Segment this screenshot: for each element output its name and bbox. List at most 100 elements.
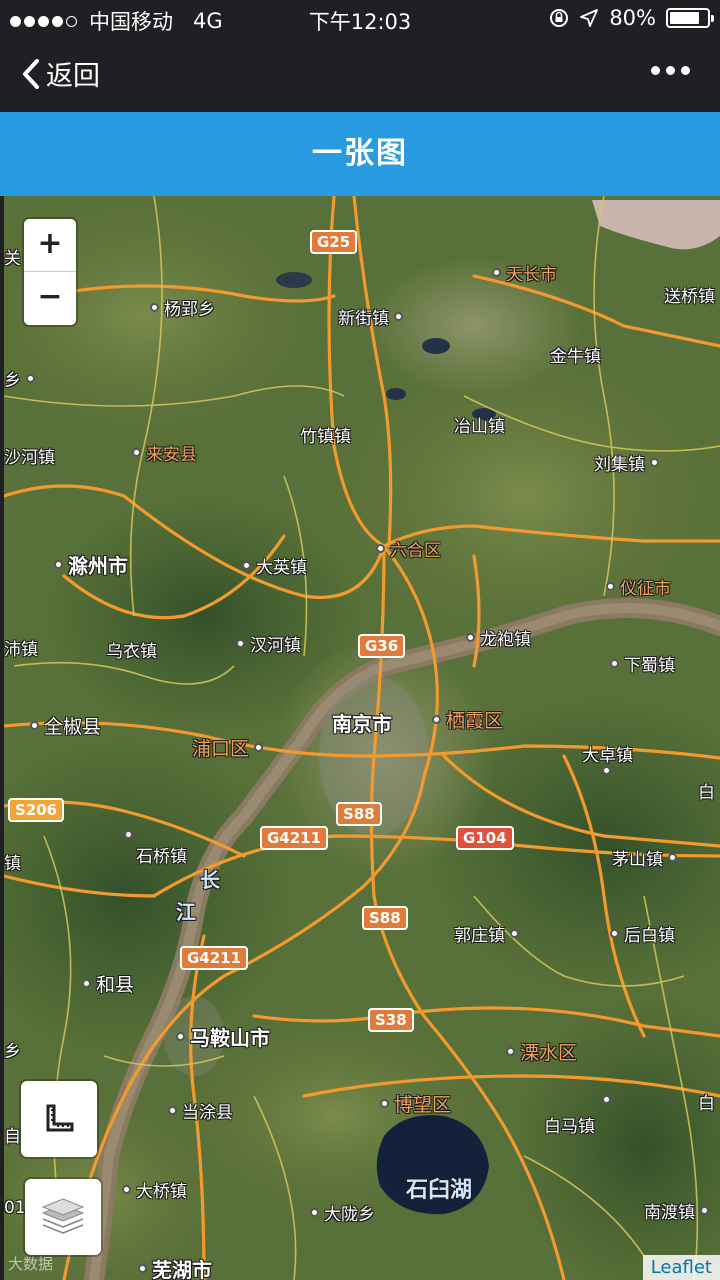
- place-marker-icon: [82, 979, 91, 988]
- map-place-label[interactable]: 01: [4, 1198, 26, 1218]
- road-shield: G104: [456, 826, 514, 850]
- map-river-label: 长: [200, 868, 220, 892]
- map-place-label[interactable]: 石桥镇: [136, 842, 187, 867]
- place-marker-icon: [138, 1264, 147, 1273]
- map-place-label[interactable]: 沛镇: [4, 635, 38, 660]
- orientation-lock-icon: [550, 9, 569, 27]
- map-basemap: [4, 196, 720, 1280]
- navigation-bar: 返回: [0, 38, 720, 112]
- battery-icon: [666, 8, 714, 28]
- map-place-label[interactable]: 栖霞区: [432, 706, 503, 733]
- place-marker-icon: [668, 853, 677, 862]
- map-place-label[interactable]: 乌衣镇: [106, 637, 157, 662]
- map-place-label[interactable]: 仪征市: [606, 574, 671, 599]
- map-place-label[interactable]: 来安县: [132, 440, 197, 465]
- map-place-label[interactable]: 乡: [4, 1037, 21, 1062]
- map-place-label[interactable]: 浦口区: [192, 734, 264, 761]
- place-marker-icon: [26, 374, 35, 383]
- place-marker-icon: [242, 561, 251, 570]
- map-place-label[interactable]: 杨郢乡: [150, 295, 215, 320]
- map-place-label[interactable]: 自: [4, 1122, 21, 1147]
- place-marker-icon: [254, 743, 264, 752]
- more-options-button[interactable]: [651, 60, 690, 81]
- road-shield: G4211: [260, 826, 329, 850]
- location-arrow-icon: [580, 9, 599, 27]
- place-marker-icon: [122, 1185, 131, 1194]
- place-marker-icon: [54, 560, 63, 569]
- map-place-label[interactable]: 全椒县: [30, 712, 101, 739]
- measure-tool-button[interactable]: [21, 1081, 97, 1157]
- map-place-label[interactable]: 芜湖市: [138, 1254, 212, 1280]
- place-marker-icon: [492, 268, 501, 277]
- map-place-label[interactable]: 溧水区: [506, 1038, 577, 1065]
- map-attribution-link[interactable]: Leaflet: [642, 1255, 720, 1280]
- map-place-label[interactable]: 和县: [82, 970, 134, 997]
- map-place-label[interactable]: 后白镇: [610, 921, 675, 946]
- back-button[interactable]: 返回: [22, 54, 100, 93]
- map-place-label[interactable]: 大英镇: [242, 553, 307, 578]
- road-shield: G25: [310, 230, 358, 254]
- place-marker-icon: [610, 929, 619, 938]
- place-marker-icon: [602, 1095, 611, 1104]
- map-place-label[interactable]: 郭庄镇: [454, 921, 519, 946]
- map-place-label[interactable]: 竹镇镇: [300, 422, 351, 447]
- status-bar: 中国移动 4G 下午12:03 80%: [0, 0, 720, 38]
- place-marker-icon: [506, 1047, 515, 1056]
- map-place-label[interactable]: 金牛镇: [550, 342, 601, 367]
- map-place-label[interactable]: 刘集镇: [594, 450, 659, 475]
- map-place-label[interactable]: 关: [4, 244, 21, 269]
- map-place-label[interactable]: 南京市: [332, 708, 392, 737]
- place-marker-icon: [380, 1099, 389, 1108]
- map-place-label[interactable]: 天长市: [492, 260, 557, 285]
- map-place-label[interactable]: 龙袍镇: [466, 625, 531, 650]
- zoom-out-button[interactable]: −: [24, 271, 76, 323]
- map-place-label[interactable]: 白: [698, 1089, 715, 1114]
- layers-button[interactable]: [25, 1179, 101, 1255]
- road-shield: G4211: [180, 946, 249, 970]
- map-place-label[interactable]: 六合区: [376, 536, 441, 561]
- map-place-label[interactable]: [602, 1095, 611, 1104]
- map-place-label[interactable]: 白马镇: [544, 1112, 595, 1137]
- zoom-control: + −: [24, 219, 76, 325]
- map-lake-label: 石臼湖: [406, 1178, 473, 1203]
- map-place-label[interactable]: 白: [698, 778, 715, 803]
- battery-percentage: 80%: [609, 6, 656, 30]
- road-shield: S38: [368, 1008, 414, 1032]
- map-place-label[interactable]: 送桥镇: [664, 282, 715, 307]
- map-place-label[interactable]: [124, 830, 133, 839]
- map-place-label[interactable]: 新街镇: [338, 304, 403, 329]
- map-place-label[interactable]: 马鞍山市: [176, 1022, 270, 1051]
- map-place-label[interactable]: 滁州市: [54, 550, 128, 579]
- road-shield: G36: [358, 634, 406, 658]
- map-place-label[interactable]: 乡: [4, 366, 35, 391]
- place-marker-icon: [432, 715, 441, 724]
- map-view[interactable]: 关 天长市 送桥镇 杨郢乡 新街镇 金牛镇 乡 竹镇镇 冶山镇 沙河镇 来安县 …: [4, 196, 720, 1280]
- map-place-label[interactable]: 博望区: [380, 1090, 451, 1117]
- status-right: 80%: [549, 6, 714, 30]
- map-place-label[interactable]: 茅山镇: [612, 845, 677, 870]
- map-place-label[interactable]: 汊河镇: [236, 631, 301, 656]
- more-dot-icon: [651, 66, 660, 75]
- map-place-label[interactable]: 沙河镇: [4, 443, 55, 468]
- map-place-label[interactable]: 大陇乡: [310, 1200, 375, 1225]
- map-place-label[interactable]: 南渡镇: [644, 1198, 709, 1223]
- map-place-label[interactable]: 大桥镇: [122, 1177, 187, 1202]
- road-shield: S206: [8, 798, 65, 822]
- place-marker-icon: [610, 659, 619, 668]
- map-place-label[interactable]: 下蜀镇: [610, 651, 675, 676]
- map-river-label: 江: [176, 900, 196, 924]
- map-place-label[interactable]: 镇: [4, 849, 21, 874]
- map-place-label[interactable]: 当涂县: [168, 1098, 233, 1123]
- map-place-label[interactable]: [602, 766, 611, 775]
- place-marker-icon: [466, 633, 475, 642]
- ruler-icon: [46, 1104, 74, 1132]
- map-place-label[interactable]: 大卓镇: [582, 741, 633, 766]
- zoom-in-button[interactable]: +: [24, 219, 76, 271]
- place-marker-icon: [394, 312, 403, 321]
- map-place-label[interactable]: 冶山镇: [454, 412, 505, 437]
- watermark: 大数据: [8, 1255, 54, 1273]
- place-marker-icon: [650, 458, 659, 467]
- more-dot-icon: [666, 66, 675, 75]
- layers-icon: [41, 1198, 85, 1234]
- place-marker-icon: [510, 929, 519, 938]
